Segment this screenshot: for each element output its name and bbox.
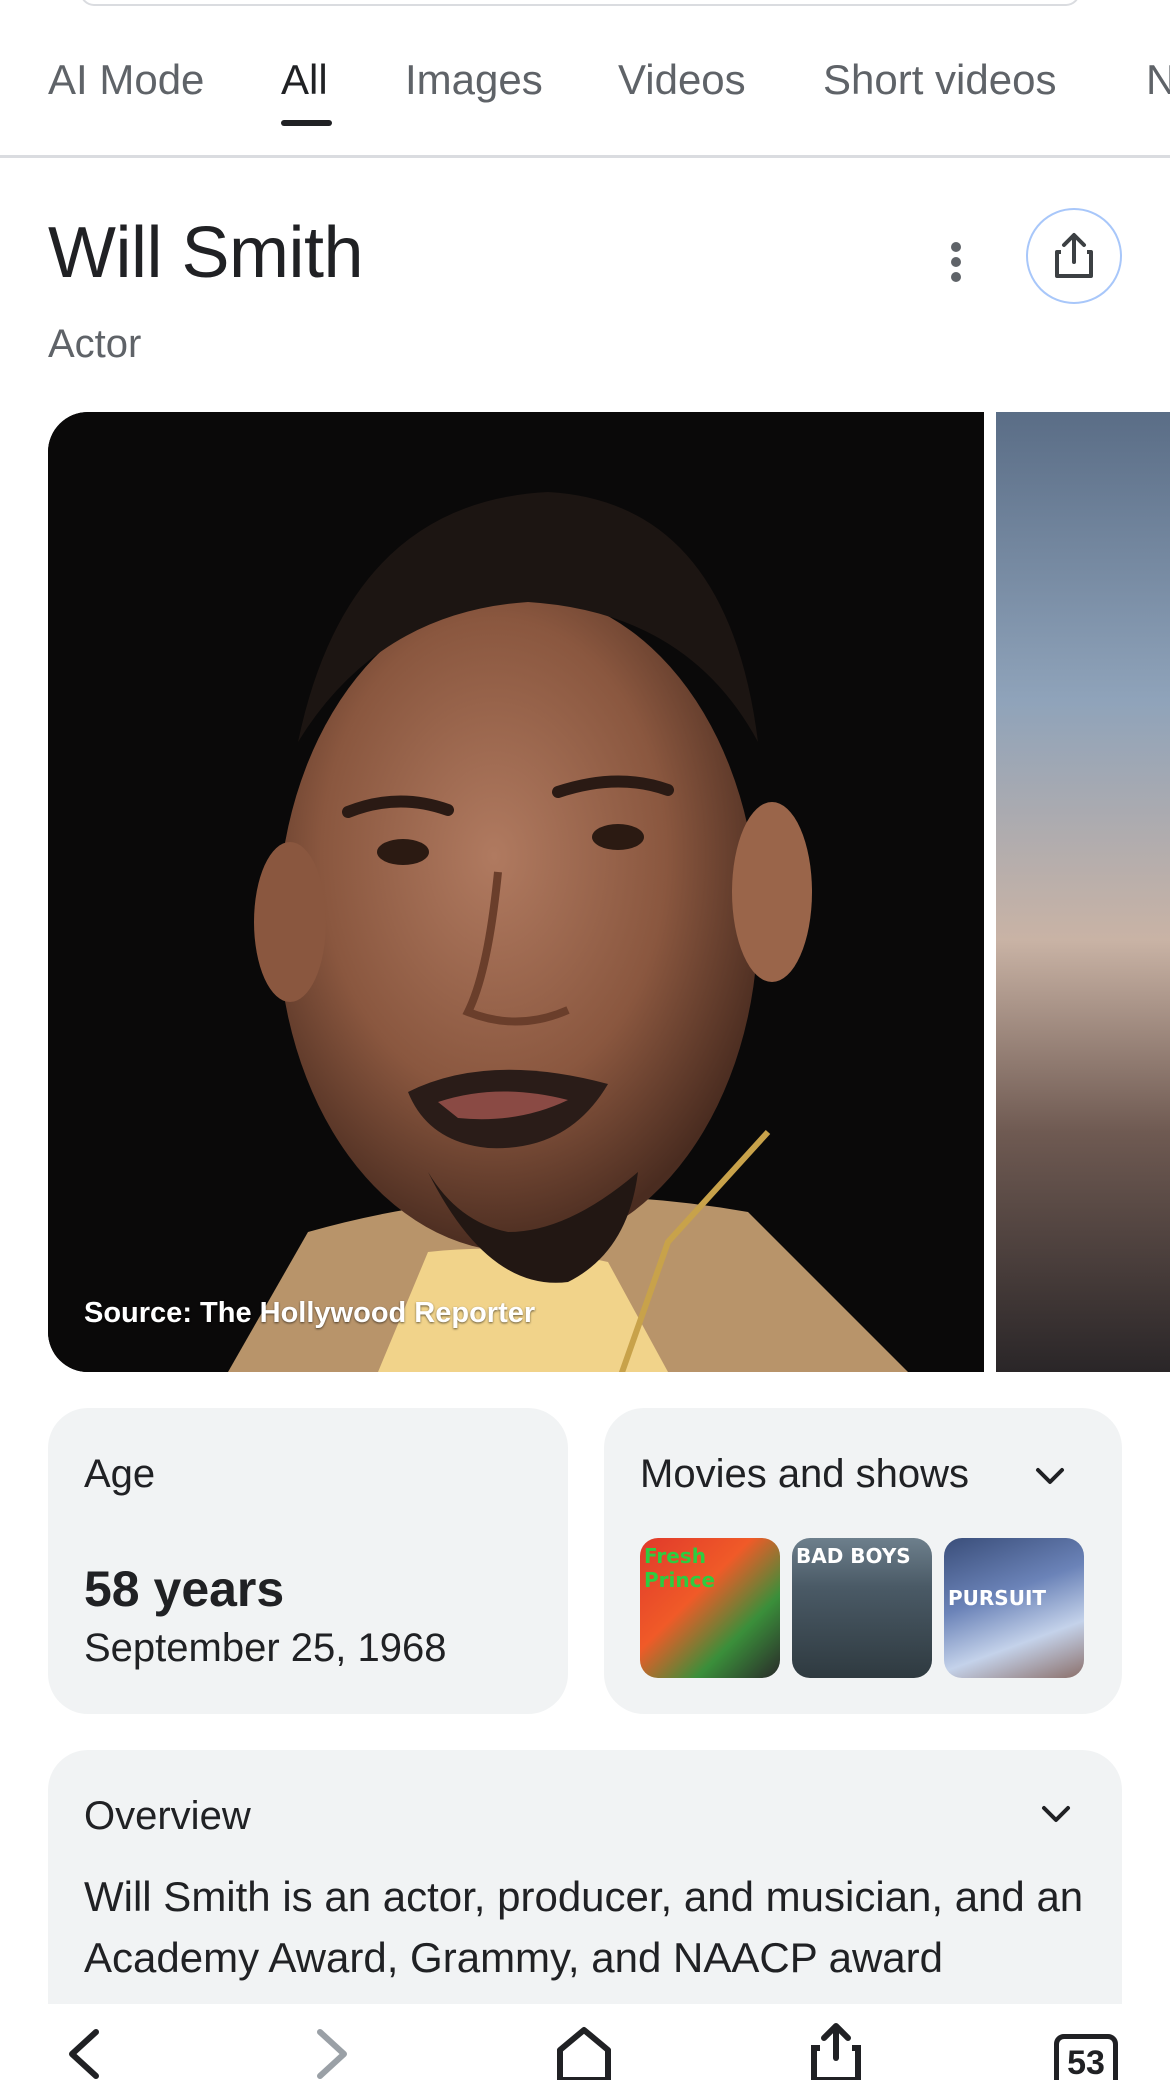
age-card[interactable]: Age 58 years September 25, 1968	[48, 1408, 568, 1714]
movie-posters: Fresh Prince BAD BOYS PURSUIT	[640, 1538, 1084, 1678]
entity-title: Will Smith	[48, 213, 364, 293]
overview-label: Overview	[84, 1794, 251, 1838]
poster-fresh-prince[interactable]: Fresh Prince	[640, 1538, 780, 1678]
poster-bad-boys[interactable]: BAD BOYS	[792, 1538, 932, 1678]
chevron-down-icon[interactable]	[1030, 1456, 1070, 1496]
share-icon[interactable]	[808, 2022, 864, 2080]
search-tabs: AI Mode All Images Videos Short videos N	[0, 0, 1170, 158]
home-icon[interactable]	[554, 2024, 614, 2080]
share-icon	[1055, 233, 1093, 278]
birth-date: September 25, 1968	[84, 1626, 447, 1670]
poster-pursuit-of-happyness[interactable]: PURSUIT	[944, 1538, 1084, 1678]
secondary-photo[interactable]	[996, 412, 1170, 1372]
movies-card[interactable]: Movies and shows Fresh Prince BAD BOYS P…	[604, 1408, 1122, 1714]
back-icon[interactable]	[58, 2028, 110, 2080]
chevron-down-icon[interactable]	[1036, 1794, 1076, 1834]
movies-label: Movies and shows	[640, 1452, 970, 1496]
photo-source-caption: Source: The Hollywood Reporter	[84, 1297, 536, 1329]
overview-text: Will Smith is an actor, producer, and mu…	[84, 1873, 1084, 1981]
active-tab-indicator	[281, 120, 332, 126]
tabs-count-button[interactable]: 53	[1054, 2034, 1118, 2080]
tab-images[interactable]: Images	[405, 56, 543, 104]
entity-photo[interactable]: Source: The Hollywood Reporter	[48, 412, 984, 1372]
more-vert-icon[interactable]	[940, 238, 972, 286]
tab-short-videos[interactable]: Short videos	[823, 56, 1056, 104]
tab-videos[interactable]: Videos	[618, 56, 746, 104]
tabs-count: 53	[1067, 2044, 1105, 2080]
age-value: 58 years	[84, 1561, 285, 1617]
tab-ai-mode[interactable]: AI Mode	[48, 56, 204, 104]
forward-icon[interactable]	[306, 2028, 358, 2080]
entity-subtitle: Actor	[48, 322, 142, 366]
tab-news[interactable]: N	[1146, 56, 1170, 104]
portrait-image	[48, 412, 984, 1372]
age-label: Age	[84, 1452, 156, 1496]
tab-all[interactable]: All	[281, 56, 328, 104]
browser-toolbar: 53	[0, 2004, 1170, 2080]
share-button[interactable]	[1026, 208, 1122, 304]
